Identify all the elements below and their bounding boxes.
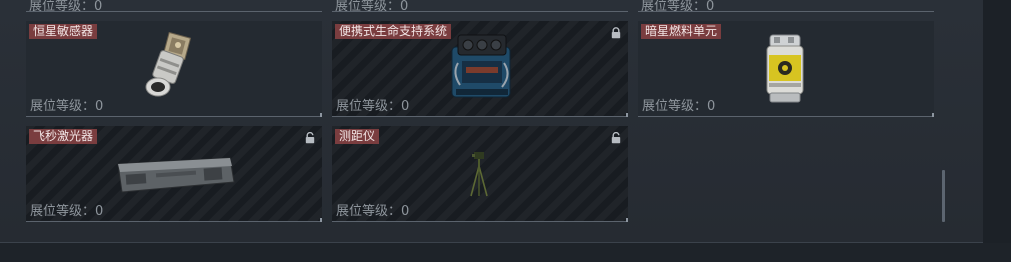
card-divider <box>638 116 934 117</box>
card-corner-tick <box>320 113 322 117</box>
item-name-tag: 暗星燃料单元 <box>641 24 722 39</box>
item-name-tag: 恒星敏感器 <box>29 24 98 39</box>
item-card-life-support[interactable]: 便携式生命支持系统 展位等级：0 <box>332 21 628 117</box>
top-row-divider-3 <box>638 11 934 12</box>
item-name-tag: 飞秒激光器 <box>29 129 98 144</box>
item-card-rangefinder[interactable]: 测距仪 展位等级：0 <box>332 126 628 222</box>
star-sensor-icon <box>145 31 192 97</box>
lock-icon <box>305 132 315 144</box>
card-corner-tick <box>320 218 322 222</box>
lock-icon <box>611 27 621 39</box>
card-divider <box>332 116 628 117</box>
card-corner-tick <box>626 218 628 222</box>
item-card-star-sensor[interactable]: 恒星敏感器 展位等级：0 <box>26 21 322 117</box>
top-row-divider-1 <box>26 11 322 12</box>
card-divider <box>332 221 628 222</box>
life-support-icon <box>451 34 511 98</box>
item-level-text: 展位等级：0 <box>30 99 104 114</box>
fuel-cell-icon <box>766 34 804 103</box>
top-row-divider-2 <box>332 11 628 12</box>
item-level-text: 展位等级：0 <box>336 99 410 114</box>
card-corner-tick <box>932 113 934 117</box>
card-divider <box>26 116 322 117</box>
item-name-tag: 测距仪 <box>335 129 380 144</box>
item-card-fuel-cell[interactable]: 暗星燃料单元 展位等级：0 <box>638 21 934 117</box>
item-level-text: 展位等级：0 <box>30 204 104 219</box>
item-level-text: 展位等级：0 <box>336 204 410 219</box>
item-level-text: 展位等级：0 <box>642 99 716 114</box>
scrollbar-thumb[interactable] <box>942 170 945 222</box>
item-name-tag: 便携式生命支持系统 <box>335 24 452 39</box>
lock-icon <box>611 132 621 144</box>
item-card-laser[interactable]: 飞秒激光器 展位等级：0 <box>26 126 322 222</box>
rangefinder-icon <box>470 152 488 197</box>
card-corner-tick <box>626 113 628 117</box>
laser-icon <box>117 157 235 193</box>
panel-footer <box>0 243 1011 262</box>
card-divider <box>26 221 322 222</box>
